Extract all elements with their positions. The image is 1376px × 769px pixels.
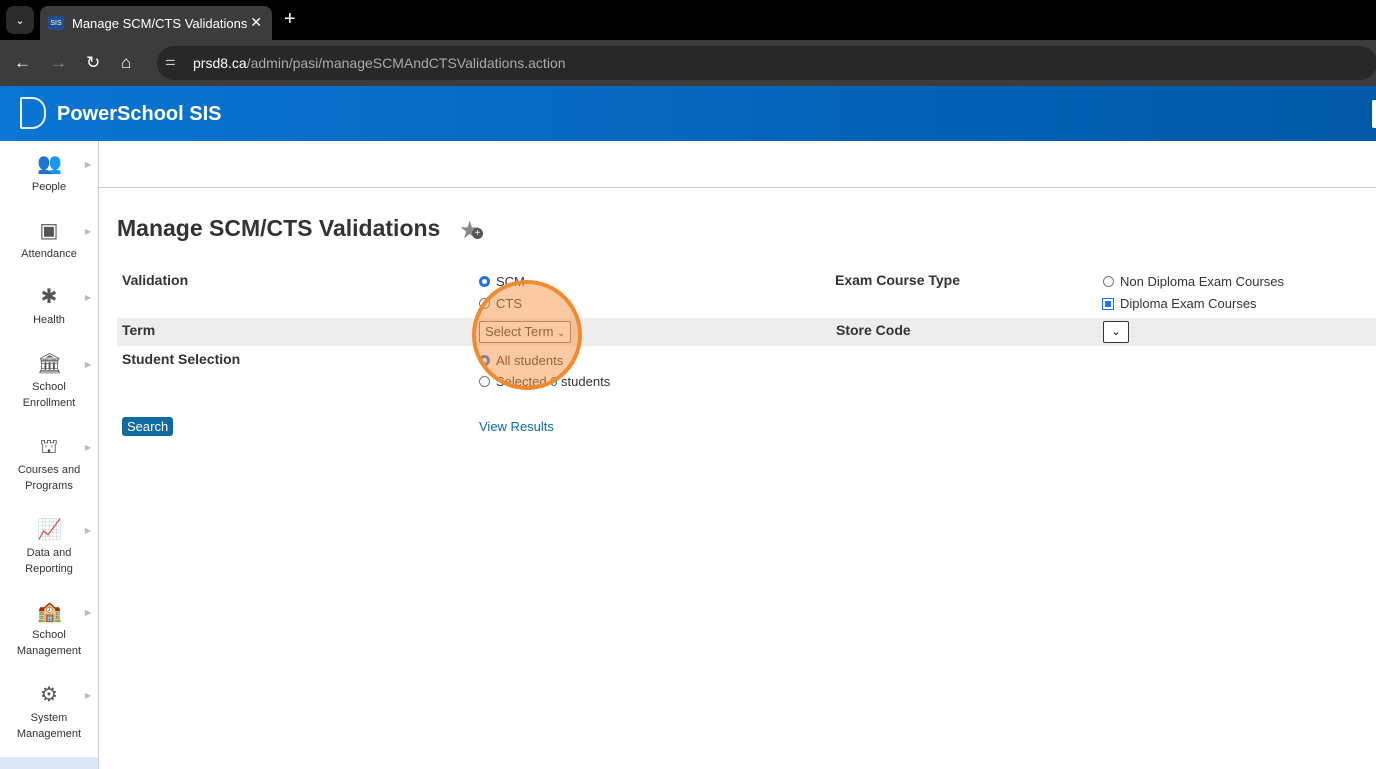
radio-diploma[interactable]: Diploma Exam Courses: [1102, 296, 1257, 311]
sidebar-item-attendance[interactable]: ▣ Attendance ▶: [0, 220, 98, 262]
sidebar-item-courses[interactable]: ⛫ Courses and Programs ▶: [0, 436, 98, 494]
courses-icon: ⛫: [39, 436, 59, 458]
selected-count-link[interactable]: 0: [550, 374, 557, 389]
chevron-right-icon: ▶: [84, 443, 91, 452]
divider: [99, 187, 1376, 188]
radio-selected-students[interactable]: Selected 0 students: [479, 374, 610, 389]
sidebar-label: Data and Reporting: [25, 547, 73, 575]
sidebar-label: School Management: [16, 629, 82, 657]
url-host: prsd8.ca: [193, 55, 247, 71]
back-icon[interactable]: ←: [14, 53, 31, 73]
term-select-value: Select Term: [485, 324, 554, 339]
sidebar-label: People: [31, 181, 67, 193]
validation-label: Validation: [122, 272, 189, 288]
address-bar[interactable]: ⚌ prsd8.ca/admin/pasi/manageSCMAndCTSVal…: [157, 46, 1376, 80]
option-label: All students: [496, 353, 564, 368]
sidebar-label: Health: [33, 314, 65, 326]
home-icon[interactable]: ⌂: [121, 53, 131, 73]
radio-all-students[interactable]: All students: [479, 353, 563, 368]
forward-icon[interactable]: →: [50, 53, 67, 73]
sidebar-item-school-enrollment[interactable]: 🏛 School Enrollment ▶: [0, 353, 98, 411]
gear-icon: ⚙: [40, 684, 58, 706]
sidebar: 👥 People ▶ ▣ Attendance ▶ ✱ Health ▶ 🏛 School E…: [0, 141, 99, 769]
sidebar-item-system-management[interactable]: ⚙ System Management ▶: [0, 684, 98, 742]
chevron-down-icon: ⌄: [1111, 326, 1121, 338]
option-label: Non Diploma Exam Courses: [1120, 274, 1285, 289]
radio-button[interactable]: [479, 355, 490, 366]
tab-title: Manage SCM/CTS Validations: [72, 15, 248, 31]
header-edge: [1372, 100, 1376, 128]
health-icon: ✱: [40, 286, 58, 308]
favicon: SIS: [48, 16, 64, 30]
exam-type-label: Exam Course Type: [835, 272, 961, 288]
radio-non-diploma[interactable]: Non Diploma Exam Courses: [1103, 274, 1284, 289]
reload-icon[interactable]: ↻: [86, 53, 100, 73]
sidebar-label: System Management: [16, 712, 82, 740]
radio-cts[interactable]: CTS: [479, 296, 522, 311]
radio-scm[interactable]: SCM: [479, 274, 525, 289]
option-label: CTS: [496, 296, 522, 311]
store-code-select[interactable]: ⌄: [1103, 321, 1129, 343]
term-row-bg: [117, 318, 1376, 346]
option-label: Selected: [496, 374, 551, 389]
sidebar-item-data-reporting[interactable]: 📈 Data and Reporting ▶: [0, 519, 98, 577]
attendance-icon: ▣: [39, 220, 59, 242]
sidebar-item-people[interactable]: 👥 People ▶: [0, 153, 98, 195]
powerschool-logo-icon[interactable]: [20, 97, 46, 129]
chevron-right-icon: ▶: [84, 293, 91, 302]
chevron-right-icon: ▶: [84, 227, 91, 236]
browser-tab[interactable]: SIS Manage SCM/CTS Validations ✕: [40, 6, 272, 40]
add-favorite-icon[interactable]: ★ +: [459, 216, 483, 245]
option-label-suffix: students: [557, 374, 611, 389]
radio-button-selected[interactable]: [1102, 297, 1114, 310]
chevron-right-icon: ▶: [84, 360, 91, 369]
radio-button[interactable]: [479, 298, 490, 309]
people-icon: 👥: [37, 153, 62, 175]
sidebar-item-health[interactable]: ✱ Health ▶: [0, 286, 98, 328]
school-gear-icon: 🏫: [37, 601, 62, 623]
browser-tab-bar: ⌄ SIS Manage SCM/CTS Validations ✕ +: [0, 0, 1376, 40]
chevron-right-icon: ▶: [84, 160, 91, 169]
chevron-right-icon: ▶: [84, 691, 91, 700]
app-brand[interactable]: PowerSchool SIS: [57, 103, 221, 126]
chart-icon: 📈: [37, 519, 62, 541]
view-results-link[interactable]: View Results: [479, 419, 554, 434]
search-button[interactable]: Search: [122, 417, 174, 436]
url-path: /admin/pasi/manageSCMAndCTSValidations.a…: [246, 55, 566, 71]
app-header: PowerSchool SIS: [0, 86, 1376, 141]
sidebar-label: Courses and Programs: [17, 464, 81, 492]
chevron-right-icon: ▶: [84, 526, 91, 535]
term-select[interactable]: Select Term ⌄: [479, 321, 571, 343]
school-icon: 🏛: [37, 353, 63, 375]
sidebar-item-next[interactable]: [0, 757, 98, 769]
option-label: Diploma Exam Courses: [1120, 296, 1257, 311]
sidebar-item-school-management[interactable]: 🏫 School Management ▶: [0, 601, 98, 659]
term-label: Term: [122, 322, 156, 338]
radio-button[interactable]: [479, 376, 490, 387]
sidebar-label: Attendance: [21, 248, 77, 260]
tab-search-button[interactable]: ⌄: [6, 6, 34, 34]
chevron-right-icon: ▶: [84, 608, 91, 617]
option-label: SCM: [496, 274, 525, 289]
radio-button[interactable]: [479, 276, 490, 287]
page-title: Manage SCM/CTS Validations: [117, 215, 441, 241]
sidebar-label: School Enrollment: [22, 381, 76, 409]
radio-button[interactable]: [1103, 276, 1114, 287]
student-selection-label: Student Selection: [122, 351, 241, 367]
browser-toolbar: ← → ↻ ⌂ ⚌ prsd8.ca/admin/pasi/manageSCMA…: [0, 40, 1376, 86]
site-settings-icon[interactable]: ⚌: [165, 54, 183, 72]
chevron-down-icon: ⌄: [557, 328, 566, 339]
close-tab-icon[interactable]: ✕: [250, 14, 262, 31]
new-tab-button[interactable]: +: [284, 8, 296, 31]
store-code-label: Store Code: [836, 322, 911, 338]
